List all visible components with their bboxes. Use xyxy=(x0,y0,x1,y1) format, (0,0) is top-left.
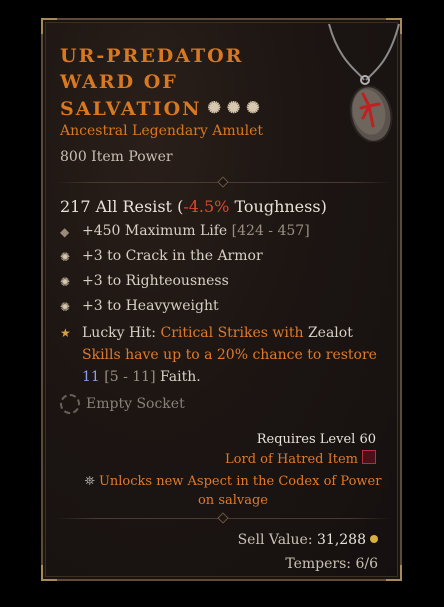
item-name: UR-PREDATOR WARD OF SALVATION ✺✺✺ xyxy=(60,43,266,122)
aspect-range: [5 - 11] xyxy=(99,369,156,385)
aspect-skill: Zealot xyxy=(307,325,353,341)
star-burst-icon: ✺ xyxy=(60,300,71,314)
affix-label: +3 to Righteousness xyxy=(82,273,229,289)
affix-label: Maximum Life xyxy=(120,223,232,239)
item-name-line-3: SALVATION xyxy=(60,98,202,120)
lord-of-hatred-icon xyxy=(362,450,376,464)
sell-label: Sell Value: xyxy=(237,532,317,548)
aspect-amount: 11 xyxy=(82,369,100,385)
toughness-change: -4.5% xyxy=(183,197,230,216)
aspect-resource: Faith. xyxy=(155,369,201,385)
expansion-tag: Lord of Hatred Item xyxy=(225,450,376,467)
frame-corner xyxy=(386,565,402,581)
gold-coin-icon xyxy=(370,535,378,543)
item-rarity: Ancestral Legendary Amulet xyxy=(60,123,264,139)
star-burst-icon: ✺ xyxy=(60,275,71,289)
codex-unlock-text: Unlocks new Aspect in the Codex of Power… xyxy=(98,474,382,508)
affix-range: [424 - 457] xyxy=(231,223,310,239)
affix-label: +3 to Crack in the Armor xyxy=(82,248,263,264)
aspect-text: Skills have up to a 20% chance to restor… xyxy=(82,347,377,363)
empty-socket: Empty Socket xyxy=(60,394,185,414)
level-requirement: Requires Level 60 xyxy=(256,432,376,447)
affix-row: ✺ +3 to Heavyweight xyxy=(60,298,219,316)
expansion-label: Lord of Hatred Item xyxy=(225,452,358,467)
legendary-aspect: ★ Lucky Hit: Critical Strikes with Zealo… xyxy=(60,322,380,388)
frame-corner xyxy=(41,18,57,34)
tempers-count: Tempers: 6/6 xyxy=(285,556,378,572)
greater-affix-stars-icon: ✺✺✺ xyxy=(207,98,266,117)
separator xyxy=(55,176,391,188)
amulet-icon xyxy=(328,23,400,142)
diamond-icon: ◆ xyxy=(60,225,70,239)
resist-suffix: Toughness) xyxy=(229,197,327,216)
affix-value: +450 xyxy=(82,223,121,239)
resist-open-paren: ( xyxy=(171,197,184,216)
item-name-line-3-wrap: SALVATION ✺✺✺ xyxy=(60,95,266,122)
item-name-line-1: UR-PREDATOR xyxy=(60,45,244,67)
separator xyxy=(55,512,391,524)
lucky-hit-label: Lucky Hit: xyxy=(82,325,161,341)
codex-icon: ⛯ xyxy=(84,474,95,489)
frame-corner xyxy=(41,565,57,581)
star-burst-icon: ✺ xyxy=(60,250,71,264)
socket-icon xyxy=(60,394,80,414)
affix-label: +3 to Heavyweight xyxy=(82,298,219,314)
codex-unlock-note: ⛯ Unlocks new Aspect in the Codex of Powe… xyxy=(83,472,383,510)
sell-amount: 31,288 xyxy=(317,532,366,548)
aspect-text: Critical Strikes with xyxy=(160,325,308,341)
aspect-star-icon: ★ xyxy=(60,326,71,340)
item-power: 800 Item Power xyxy=(60,149,173,165)
affix-row: ◆ +450 Maximum Life [424 - 457] xyxy=(60,223,310,241)
sell-value: Sell Value: 31,288 xyxy=(238,532,378,548)
item-name-line-2: WARD OF xyxy=(60,71,178,93)
all-resist-stat: 217 All Resist (-4.5% Toughness) xyxy=(60,197,327,216)
socket-label: Empty Socket xyxy=(86,396,185,412)
item-tooltip: UR-PREDATOR WARD OF SALVATION ✺✺✺ Ancestr… xyxy=(41,18,402,581)
affix-row: ✺ +3 to Crack in the Armor xyxy=(60,248,263,266)
resist-value: 217 All Resist xyxy=(60,197,172,216)
affix-row: ✺ +3 to Righteousness xyxy=(60,273,229,291)
